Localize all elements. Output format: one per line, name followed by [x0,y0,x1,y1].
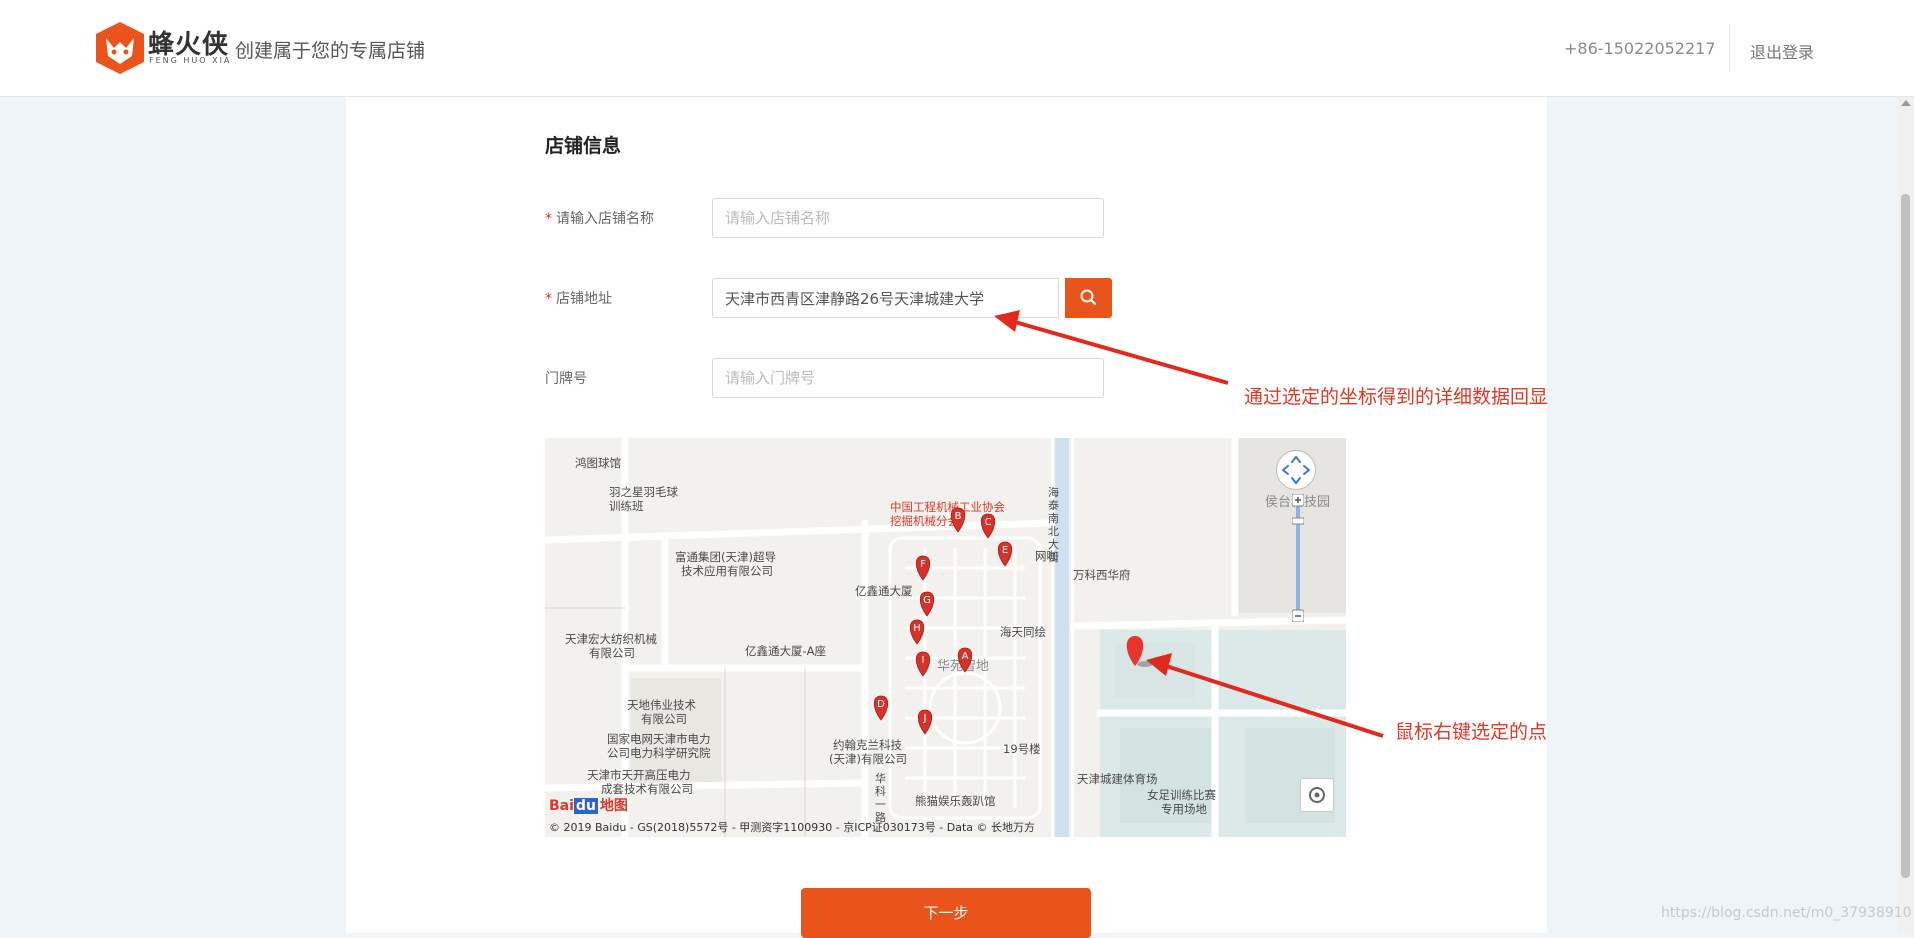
map-zoom-control[interactable] [1292,494,1304,622]
next-step-button[interactable]: 下一步 [801,888,1091,938]
map-marker-a[interactable]: A [957,647,973,673]
map-copyright: © 2019 Baidu - GS(2018)5572号 - 甲测资字11009… [549,821,1036,834]
map-marker-letter: G [923,595,931,606]
map-marker-letter: D [877,699,885,710]
map-marker-d[interactable]: D [873,695,889,721]
address-input[interactable] [712,278,1059,318]
shop-name-input[interactable] [712,198,1104,238]
watermark: https://blog.csdn.net/m0_37938910 [1661,905,1912,921]
map-marker-letter: C [985,517,992,528]
logo-part-b: du [573,798,598,814]
map-marker-letter: E [1002,545,1008,556]
zoom-slider-icon [1292,494,1304,622]
address-label: * 店铺地址 [545,288,612,308]
annotation-right-click-point: 鼠标右键选定的点 [1395,721,1548,743]
fox-logo-icon [96,22,144,74]
address-label-text: 店铺地址 [556,291,612,307]
map-marker-letter: F [920,559,926,570]
map-marker-h[interactable]: H [909,619,925,645]
header-slogan: 创建属于您的专属店铺 [235,40,426,62]
shop-name-label: * 请输入店铺名称 [545,208,654,228]
top-header: 蜂火侠 FENG HUO XIA 创建属于您的专属店铺 +86-15022052… [0,0,1914,97]
map-marker-letter: J [923,713,927,724]
map-marker-c[interactable]: C [980,513,996,539]
map-marker-j[interactable]: J [917,709,933,735]
map-pan-control[interactable] [1276,450,1316,490]
scroll-up-arrow-icon[interactable] [1901,100,1911,106]
required-mark: * [545,211,552,227]
baidu-map-logo: Bai du 地图 [549,795,630,815]
logout-link[interactable]: 退出登录 [1750,39,1814,63]
required-mark: * [545,291,552,307]
map-marker-e[interactable]: E [997,541,1013,567]
map-locate-button[interactable] [1300,778,1334,812]
header-divider [1729,24,1730,72]
map-marker-letter: I [922,655,925,666]
section-title: 店铺信息 [545,135,622,157]
door-number-label: 门牌号 [545,371,587,387]
door-number-input[interactable] [712,358,1104,398]
map-marker-letter: A [962,651,969,662]
selected-point-marker[interactable] [1126,636,1153,667]
map-marker-i[interactable]: I [915,651,931,677]
map-marker-f[interactable]: F [915,555,931,581]
locate-icon [1309,787,1325,803]
logo-subtext: FENG HUO XIA [149,56,232,65]
scrollbar-thumb[interactable] [1901,194,1910,878]
shop-name-label-text: 请输入店铺名称 [556,211,654,227]
logo-part-c: 地图 [599,798,628,814]
marker-layer: A B C D E F G H I J [873,507,1153,735]
pan-arrows-icon [1282,456,1310,484]
baidu-map[interactable]: 鸿图球馆 羽之星羽毛球 训练班 中国工程机械工业协会 挖掘机械分会 富通集团(天… [545,438,1346,837]
address-search-button[interactable] [1065,278,1112,318]
map-marker-b[interactable]: B [950,507,966,533]
map-marker-letter: H [913,623,921,634]
annotation-address-echo: 通过选定的坐标得到的详细数据回显 [1244,386,1549,408]
map-marker-g[interactable]: G [919,591,935,617]
logo-part-a: Bai [549,798,574,814]
map-marker-letter: B [955,511,962,522]
search-icon [1080,289,1097,306]
user-phone: +86-15022052217 [1564,39,1716,58]
